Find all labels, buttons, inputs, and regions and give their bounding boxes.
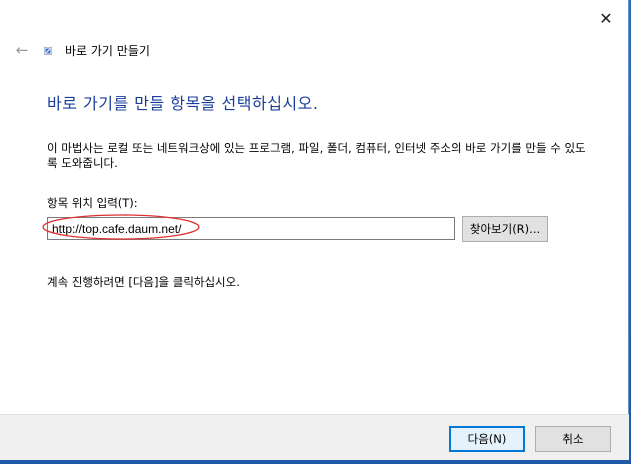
continue-instruction: 계속 진행하려면 [다음]을 클릭하십시오. bbox=[47, 275, 240, 289]
location-label: 항목 위치 입력(T): bbox=[47, 196, 138, 210]
location-input[interactable] bbox=[47, 217, 455, 240]
next-button[interactable]: 다음(N) bbox=[449, 426, 525, 452]
shortcut-wizard-icon bbox=[44, 47, 52, 55]
back-button[interactable]: ← bbox=[12, 40, 32, 60]
close-icon: ✕ bbox=[599, 8, 613, 28]
browse-button[interactable]: 찾아보기(R)... bbox=[462, 216, 548, 242]
wizard-description: 이 마법사는 로컬 또는 네트워크상에 있는 프로그램, 파일, 폴더, 컴퓨터… bbox=[47, 141, 586, 170]
dialog-title: 바로 가기 만들기 bbox=[65, 44, 150, 58]
page-heading: 바로 가기를 만들 항목을 선택하십시오. bbox=[47, 94, 319, 113]
create-shortcut-dialog: ✕ ← 바로 가기 만들기 바로 가기를 만들 항목을 선택하십시오. 이 마법… bbox=[0, 0, 629, 460]
back-arrow-icon: ← bbox=[15, 41, 29, 59]
close-button[interactable]: ✕ bbox=[584, 0, 628, 36]
cancel-button[interactable]: 취소 bbox=[535, 426, 611, 452]
